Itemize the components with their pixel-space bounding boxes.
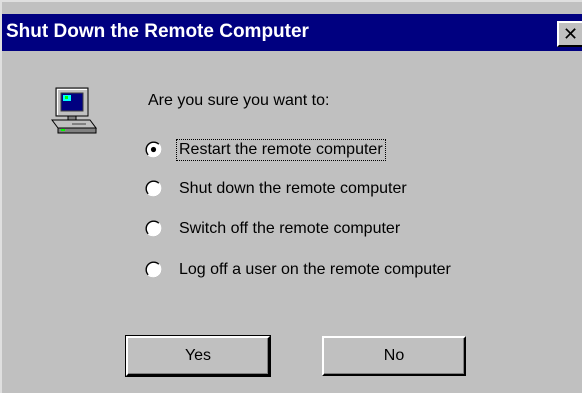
no-button-label: No bbox=[383, 347, 405, 364]
computer-icon bbox=[50, 86, 100, 136]
option-label: Switch off the remote computer bbox=[179, 220, 401, 237]
shutdown-dialog: Shut Down the Remote Computer ✕ Are you … bbox=[0, 0, 582, 393]
close-button[interactable]: ✕ bbox=[557, 21, 582, 47]
title-bar[interactable]: Shut Down the Remote Computer ✕ bbox=[2, 14, 582, 51]
window-title: Shut Down the Remote Computer bbox=[6, 21, 309, 42]
yes-button[interactable]: Yes bbox=[125, 335, 271, 377]
prompt-text: Are you sure you want to: bbox=[148, 92, 330, 109]
radio-button[interactable] bbox=[145, 261, 162, 278]
yes-button-label: Yes bbox=[184, 347, 212, 364]
option-label: Log off a user on the remote computer bbox=[179, 261, 451, 278]
close-icon: ✕ bbox=[563, 24, 579, 44]
option-label: Shut down the remote computer bbox=[179, 180, 407, 197]
radio-button[interactable] bbox=[145, 220, 162, 237]
radio-button[interactable] bbox=[145, 180, 162, 197]
option-label: Restart the remote computer bbox=[176, 139, 386, 161]
no-button[interactable]: No bbox=[322, 336, 466, 376]
radio-button-selected[interactable] bbox=[145, 141, 162, 158]
